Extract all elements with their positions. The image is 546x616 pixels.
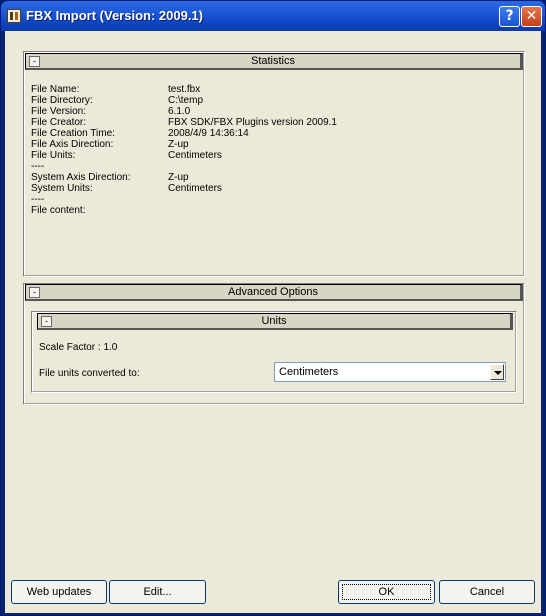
system-units-value: Centimeters bbox=[168, 183, 222, 194]
statistics-list: File Name: test.fbx File Directory: C:\t… bbox=[31, 84, 511, 265]
file-content-label: File content: bbox=[31, 205, 86, 216]
advanced-options-collapse-button[interactable]: - bbox=[29, 287, 40, 298]
statistics-header-label: Statistics bbox=[250, 55, 295, 67]
units-collapse-button[interactable]: - bbox=[41, 316, 52, 327]
units-header-label: Units bbox=[261, 315, 287, 327]
window-title: FBX Import (Version: 2009.1) bbox=[26, 8, 203, 23]
units-header[interactable]: - Units bbox=[37, 313, 513, 330]
advanced-options-header[interactable]: - Advanced Options bbox=[25, 284, 523, 301]
statistics-collapse-button[interactable]: - bbox=[29, 56, 40, 67]
units-dropdown-value: Centimeters bbox=[279, 366, 339, 378]
web-updates-button[interactable]: Web updates bbox=[11, 580, 107, 604]
dialog-client: - Statistics File Name: test.fbx File Di… bbox=[5, 31, 541, 613]
edit-button[interactable]: Edit... bbox=[109, 580, 206, 604]
cancel-button[interactable]: Cancel bbox=[439, 580, 535, 604]
help-button[interactable]: ? bbox=[499, 6, 520, 27]
ok-button[interactable]: OK bbox=[338, 580, 435, 604]
scale-factor-text: Scale Factor : 1.0 bbox=[39, 342, 118, 353]
close-button[interactable]: ✕ bbox=[521, 6, 542, 27]
ok-focus-ring bbox=[342, 584, 431, 600]
file-units-value: Centimeters bbox=[168, 150, 222, 161]
title-bar[interactable]: FBX Import (Version: 2009.1) ? ✕ bbox=[1, 1, 545, 31]
fbx-import-window: FBX Import (Version: 2009.1) ? ✕ - Stati… bbox=[0, 0, 546, 616]
advanced-options-header-label: Advanced Options bbox=[228, 286, 318, 298]
units-dropdown[interactable]: Centimeters bbox=[274, 362, 506, 382]
statistics-header[interactable]: - Statistics bbox=[25, 53, 523, 70]
app-icon bbox=[7, 9, 21, 23]
file-units-converted-label: File units converted to: bbox=[39, 368, 140, 379]
chevron-down-icon[interactable] bbox=[490, 364, 504, 380]
